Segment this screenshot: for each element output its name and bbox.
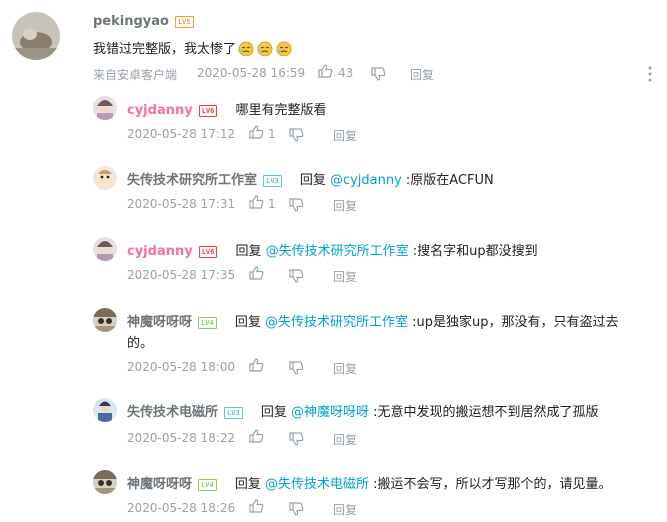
username[interactable]: 失传技术研究所工作室 — [127, 173, 257, 188]
like-button[interactable] — [249, 429, 264, 446]
avatar[interactable] — [93, 237, 117, 261]
comment-body: 我错过完整版，我太惨了 — [93, 42, 237, 57]
timestamp: 2020-05-28 18:22 — [127, 431, 236, 445]
reply-button[interactable]: 回复 — [333, 127, 357, 144]
like-button[interactable]: 43 — [318, 64, 353, 81]
reply-prefix: 回复 — [260, 405, 291, 420]
timestamp: 2020-05-28 17:31 — [127, 197, 236, 211]
mention-link[interactable]: @失传技术研究所工作室 — [266, 244, 409, 259]
reply-line: cyjdanny LV6 回复 @失传技术研究所工作室 :搜名字和up都没搜到 — [127, 240, 538, 259]
level-badge: LV4 — [198, 478, 217, 491]
username[interactable]: cyjdanny — [127, 244, 193, 259]
mention-link[interactable]: @cyjdanny — [330, 173, 402, 188]
thumb-up-icon — [249, 125, 264, 142]
timestamp: 2020-05-28 17:35 — [127, 268, 236, 282]
thumb-down-icon — [371, 66, 386, 85]
reply-button[interactable]: 回复 — [333, 501, 357, 518]
username[interactable]: pekingyao — [93, 14, 169, 29]
dislike-button[interactable] — [289, 127, 304, 146]
like-button[interactable]: 1 — [249, 195, 276, 212]
like-button[interactable] — [249, 358, 264, 375]
like-button[interactable]: 1 — [249, 125, 276, 142]
level-badge: LV3 — [224, 406, 243, 419]
reply-line: 神魔呀呀呀 LV4 回复 @失传技术研究所工作室 :up是独家up，那没有，只有盗… — [127, 311, 618, 330]
avatar[interactable] — [12, 12, 60, 60]
thumb-up-icon — [249, 429, 264, 446]
username[interactable]: 神魔呀呀呀 — [127, 315, 192, 330]
source-text: 来自安卓客户端 — [93, 68, 178, 82]
reply-button[interactable]: 回复 — [410, 66, 434, 83]
avatar[interactable] — [93, 398, 117, 422]
reply-button[interactable]: 回复 — [333, 268, 357, 285]
like-button[interactable] — [249, 266, 264, 283]
thumb-up-icon — [249, 499, 264, 516]
reply-text-continued: 的。 — [127, 336, 154, 351]
reply-text: 哪里有完整版看 — [235, 103, 327, 118]
like-button[interactable] — [249, 499, 264, 516]
reply-text: :原版在ACFUN — [401, 173, 494, 188]
emoji-cry-icon — [275, 40, 293, 57]
reply-button[interactable]: 回复 — [333, 360, 357, 377]
emoji-cry-icon — [237, 40, 255, 57]
reply-line: 神魔呀呀呀 LV4 回复 @失传技术电磁所 :搬运不会写，所以才写那个的，请见量。 — [127, 473, 611, 492]
dislike-button[interactable] — [289, 431, 304, 450]
thumb-up-icon — [249, 266, 264, 283]
level-badge: LV5 — [174, 15, 194, 28]
more-options-icon[interactable] — [648, 66, 652, 82]
reply-prefix: 回复 — [234, 477, 265, 492]
timestamp: 2020-05-28 16:59 — [197, 66, 306, 80]
reply-text: :搜名字和up都没搜到 — [408, 244, 538, 259]
comment-meta: 来自安卓客户端 — [93, 66, 177, 83]
reply-prefix: 回复 — [235, 244, 266, 259]
username[interactable]: 神魔呀呀呀 — [127, 477, 192, 492]
level-badge: LV6 — [198, 104, 218, 117]
avatar[interactable] — [93, 308, 117, 332]
dislike-button[interactable] — [289, 268, 304, 287]
reply-prefix: 回复 — [234, 315, 265, 330]
dislike-button[interactable] — [371, 66, 386, 85]
timestamp: 2020-05-28 18:26 — [127, 501, 236, 515]
thumb-up-icon — [318, 64, 333, 81]
username[interactable]: cyjdanny — [127, 103, 193, 118]
mention-link[interactable]: @失传技术研究所工作室 — [265, 315, 408, 330]
thumb-down-icon — [289, 268, 304, 287]
avatar[interactable] — [93, 166, 117, 190]
username[interactable]: 失传技术电磁所 — [127, 405, 218, 420]
thumb-down-icon — [289, 360, 304, 379]
reply-text: :无意中发现的搬运想不到居然成了孤版 — [368, 405, 599, 420]
like-count: 43 — [338, 65, 354, 80]
avatar[interactable] — [93, 96, 117, 120]
reply-button[interactable]: 回复 — [333, 431, 357, 448]
level-badge: LV3 — [263, 174, 282, 187]
mention-link[interactable]: @神魔呀呀呀 — [291, 405, 369, 420]
comment-text: 我错过完整版，我太惨了 — [93, 38, 293, 57]
reply-text: :搬运不会写，所以才写那个的，请见量。 — [368, 477, 612, 492]
thumb-down-icon — [289, 197, 304, 216]
emoji-cry-icon — [256, 40, 274, 57]
mention-link[interactable]: @失传技术电磁所 — [265, 477, 369, 492]
level-badge: LV6 — [198, 245, 218, 258]
timestamp: 2020-05-28 18:00 — [127, 360, 236, 374]
thumb-up-icon — [249, 195, 264, 212]
reply-line: 失传技术电磁所 LV3 回复 @神魔呀呀呀 :无意中发现的搬运想不到居然成了孤版 — [127, 401, 598, 420]
avatar[interactable] — [93, 470, 117, 494]
timestamp: 2020-05-28 17:12 — [127, 127, 236, 141]
like-count: 1 — [268, 126, 276, 141]
reply-line: 失传技术研究所工作室 LV3 回复 @cyjdanny :原版在ACFUN — [127, 169, 494, 188]
dislike-button[interactable] — [289, 501, 304, 520]
thumb-up-icon — [249, 358, 264, 375]
level-badge: LV4 — [198, 316, 217, 329]
reply-button[interactable]: 回复 — [333, 197, 357, 214]
reply-text: :up是独家up，那没有，只有盗过去 — [407, 315, 619, 330]
reply-prefix: 回复 — [299, 173, 330, 188]
dislike-button[interactable] — [289, 360, 304, 379]
thumb-down-icon — [289, 127, 304, 146]
thumb-down-icon — [289, 431, 304, 450]
reply-line: cyjdanny LV6 哪里有完整版看 — [127, 99, 327, 118]
like-count: 1 — [268, 196, 276, 211]
dislike-button[interactable] — [289, 197, 304, 216]
thumb-down-icon — [289, 501, 304, 520]
